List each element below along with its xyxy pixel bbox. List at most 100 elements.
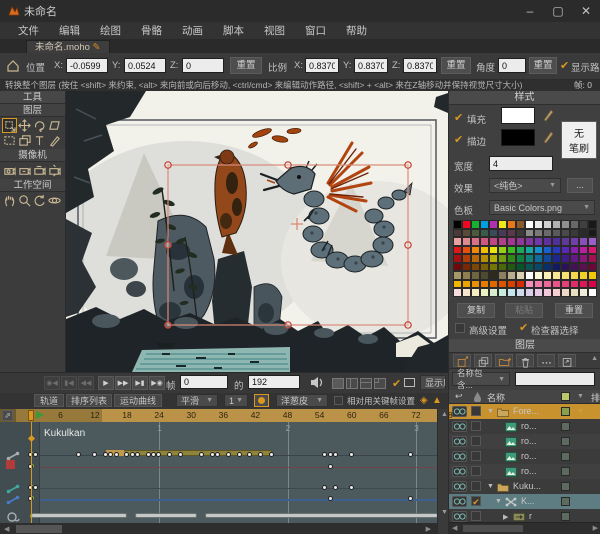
palette-swatch[interactable] <box>543 263 552 272</box>
layer-color-swatch[interactable] <box>561 437 570 446</box>
layer-checkbox[interactable] <box>471 451 481 461</box>
menu-item-6[interactable]: 视图 <box>254 22 295 40</box>
keyframe-dot[interactable] <box>333 485 338 490</box>
palette-swatch[interactable] <box>507 263 516 272</box>
palette-swatch[interactable] <box>507 246 516 255</box>
menu-item-3[interactable]: 骨骼 <box>131 22 172 40</box>
view-mode-split-v[interactable] <box>346 378 358 389</box>
layer-visibility-toggle[interactable] <box>452 511 467 522</box>
keyframe-dot[interactable] <box>167 452 172 457</box>
palette-swatch[interactable] <box>588 220 597 229</box>
palette-swatch[interactable] <box>534 220 543 229</box>
palette-swatch[interactable] <box>570 220 579 229</box>
stack-tool[interactable] <box>17 133 32 148</box>
layer-checkbox[interactable] <box>471 436 481 446</box>
palette-swatch[interactable] <box>588 271 597 280</box>
layer-color-swatch[interactable] <box>561 512 570 521</box>
width-input[interactable] <box>489 156 553 171</box>
palette-swatch[interactable] <box>480 246 489 255</box>
expand-down-arrow[interactable]: ▼ <box>487 483 494 490</box>
palette-swatch[interactable] <box>462 280 471 289</box>
layers-scroll-up[interactable]: ▲ <box>591 355 598 362</box>
layer-checkbox[interactable] <box>471 481 481 491</box>
keyframe-dot[interactable] <box>92 452 97 457</box>
shear-tool[interactable] <box>47 118 62 133</box>
palette-swatch[interactable] <box>552 237 561 246</box>
effect-dropdown[interactable]: <纯色>▼ <box>489 178 561 193</box>
palette-swatch[interactable] <box>516 288 525 297</box>
timeline-vscroll-strip[interactable]: ▲ ▼ <box>437 409 448 534</box>
menu-item-2[interactable]: 绘图 <box>90 22 131 40</box>
palette-swatch[interactable] <box>498 254 507 263</box>
channel-segment-bar[interactable] <box>31 513 127 518</box>
palette-swatch[interactable] <box>588 237 597 246</box>
keyframe-dot[interactable] <box>135 452 140 457</box>
palette-swatch[interactable] <box>507 229 516 238</box>
expand-down-arrow[interactable]: ▼ <box>487 408 494 415</box>
marquee-tool[interactable] <box>2 133 17 148</box>
keyframe-dot[interactable] <box>108 452 113 457</box>
cycle-dropdown[interactable]: 1▼ <box>224 394 248 407</box>
color-palette-grid[interactable] <box>453 220 597 297</box>
layer-checkbox[interactable] <box>471 406 481 416</box>
layer-row[interactable]: ro... <box>449 434 600 449</box>
palette-swatch[interactable] <box>489 237 498 246</box>
palette-swatch[interactable] <box>489 263 498 272</box>
palette-swatch[interactable] <box>507 220 516 229</box>
keyframe-dot[interactable] <box>130 452 135 457</box>
palette-swatch[interactable] <box>471 246 480 255</box>
palette-swatch[interactable] <box>480 254 489 263</box>
show-path-checkbox[interactable]: ✔ <box>560 59 569 72</box>
effect-more-button[interactable]: ... <box>567 178 593 193</box>
palette-swatch[interactable] <box>498 288 507 297</box>
layer-checkbox[interactable]: ✔ <box>471 496 481 506</box>
layer-visibility-toggle[interactable] <box>452 466 467 477</box>
palette-swatch[interactable] <box>552 254 561 263</box>
palette-swatch[interactable] <box>498 229 507 238</box>
square-icon[interactable] <box>6 460 15 469</box>
timeline-hscrollbar[interactable]: ◀ ▶ <box>0 523 437 534</box>
palette-swatch[interactable] <box>498 220 507 229</box>
camera-roll-tool[interactable] <box>32 163 47 178</box>
layer-extra-arrow[interactable]: ▼ <box>577 408 584 415</box>
keyframe-add-icon[interactable]: ▲ <box>432 395 442 406</box>
palette-swatch[interactable] <box>579 263 588 272</box>
palette-swatch[interactable] <box>534 288 543 297</box>
palette-swatch[interactable] <box>471 220 480 229</box>
palette-swatch[interactable] <box>516 229 525 238</box>
palette-swatch[interactable] <box>480 229 489 238</box>
palette-swatch[interactable] <box>570 229 579 238</box>
palette-swatch[interactable] <box>552 220 561 229</box>
palette-swatch[interactable] <box>480 237 489 246</box>
timeline-ruler[interactable]: ⇗ 6121824303642485460667278 <box>0 409 437 422</box>
text-tool[interactable] <box>32 133 47 148</box>
reset-style-button[interactable]: 重置 <box>555 303 593 318</box>
stroke-color-swatch[interactable] <box>501 129 535 146</box>
paste-style-button[interactable]: 粘贴 <box>505 303 543 318</box>
palette-swatch[interactable] <box>498 246 507 255</box>
reset-home-icon[interactable] <box>6 59 20 73</box>
layer-visibility-toggle[interactable] <box>452 421 467 432</box>
pos-y-input[interactable] <box>124 58 166 73</box>
palette-swatch[interactable] <box>516 237 525 246</box>
zoom-tool[interactable] <box>17 193 32 208</box>
palette-swatch[interactable] <box>471 263 480 272</box>
palette-swatch[interactable] <box>570 263 579 272</box>
keyframe-dot[interactable] <box>237 452 242 457</box>
palette-swatch[interactable] <box>534 271 543 280</box>
palette-swatch[interactable] <box>516 280 525 289</box>
keyframe-dot[interactable] <box>178 452 183 457</box>
palette-swatch[interactable] <box>507 237 516 246</box>
palette-swatch[interactable] <box>462 271 471 280</box>
palette-swatch[interactable] <box>471 280 480 289</box>
copy-style-button[interactable]: 复制 <box>457 303 495 318</box>
palette-swatch[interactable] <box>579 288 588 297</box>
layer-checkbox[interactable] <box>471 466 481 476</box>
palette-swatch[interactable] <box>561 229 570 238</box>
layer-row[interactable]: ro... <box>449 464 600 479</box>
end-frame-input[interactable] <box>248 375 300 389</box>
audio-speaker-icon[interactable] <box>310 376 325 389</box>
palette-swatch[interactable] <box>579 229 588 238</box>
keyframe-dot[interactable] <box>156 452 161 457</box>
translate-tool[interactable] <box>17 118 32 133</box>
